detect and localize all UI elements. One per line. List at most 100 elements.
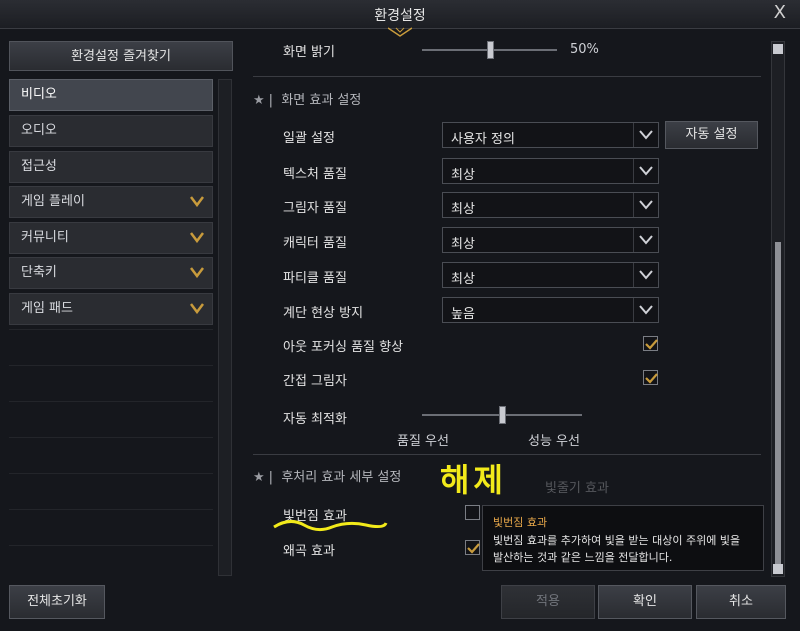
select-value: 사용자 정의 xyxy=(451,132,515,147)
divider xyxy=(253,454,761,455)
dropdown-arrow xyxy=(633,193,658,217)
annotation-text: 해제 xyxy=(440,461,507,499)
distortion-checkbox[interactable] xyxy=(465,540,480,555)
chevron-down-icon xyxy=(639,200,653,210)
chevron-down-icon xyxy=(639,270,653,280)
sidebar-empty-row xyxy=(9,509,213,541)
cancel-button[interactable]: 취소 xyxy=(696,585,786,619)
sidebar-empty-row xyxy=(9,365,213,397)
chevron-down-icon xyxy=(190,303,204,314)
chevron-down-icon xyxy=(190,196,204,207)
select-value: 최상 xyxy=(451,272,475,287)
dropdown-arrow xyxy=(633,298,658,322)
batch-setting-select[interactable]: 사용자 정의 xyxy=(442,122,659,148)
section-heading-text: 화면 효과 설정 xyxy=(281,93,362,108)
sidebar-item-label: 단축키 xyxy=(21,265,57,280)
tooltip-body-line: 발산하는 것과 같은 느낌을 전달합니다. xyxy=(493,551,673,564)
window-title: 환경설정 xyxy=(374,8,426,24)
shadow-quality-select[interactable]: 최상 xyxy=(442,192,659,218)
dropdown-arrow xyxy=(633,159,658,183)
shadow-quality-label: 그림자 품질 xyxy=(283,201,347,216)
scroll-down-icon[interactable] xyxy=(773,564,783,574)
brightness-label: 화면 밝기 xyxy=(283,45,335,60)
brightness-slider-thumb[interactable] xyxy=(486,41,494,59)
light-shaft-label: 빛줄기 효과 xyxy=(545,481,609,496)
dropdown-arrow xyxy=(633,263,658,287)
annotation-underline xyxy=(273,520,388,532)
checkmark-icon xyxy=(645,339,658,350)
sidebar-empty-row xyxy=(9,473,213,505)
character-quality-label: 캐릭터 품질 xyxy=(283,236,347,251)
select-value: 높음 xyxy=(451,307,475,322)
dropdown-arrow xyxy=(633,228,658,252)
star-icon: ★ xyxy=(253,470,265,485)
indirect-shadow-label: 간접 그림자 xyxy=(283,374,347,389)
texture-quality-label: 텍스처 품질 xyxy=(283,167,347,182)
auto-optimize-slider-thumb[interactable] xyxy=(499,406,506,424)
select-value: 최상 xyxy=(451,168,475,183)
sidebar-empty-row xyxy=(9,545,213,577)
chevron-down-icon xyxy=(639,166,653,176)
sidebar-item-accessibility[interactable]: 접근성 xyxy=(9,151,213,183)
auto-setting-button[interactable]: 자동 설정 xyxy=(665,121,758,149)
sidebar-item-label: 게임 패드 xyxy=(21,301,73,316)
checkmark-icon xyxy=(467,543,480,554)
checkmark-icon xyxy=(645,373,658,384)
character-quality-select[interactable]: 최상 xyxy=(442,227,659,253)
chevron-down-icon xyxy=(639,130,653,140)
chevron-down-icon xyxy=(639,235,653,245)
bloom-tooltip: 빛번짐 효과 빛번짐 효과를 추가하여 빛을 받는 대상이 주위에 빛을 발산하… xyxy=(482,505,764,571)
sidebar-scrollbar[interactable] xyxy=(218,79,232,576)
favorites-button[interactable]: 환경설정 즐겨찾기 xyxy=(9,41,233,71)
scroll-up-icon[interactable] xyxy=(773,44,783,54)
select-value: 최상 xyxy=(451,237,475,252)
sidebar-item-audio[interactable]: 오디오 xyxy=(9,115,213,147)
sidebar-item-hotkeys[interactable]: 단축키 xyxy=(9,257,213,289)
sidebar-item-label: 커뮤니티 xyxy=(21,230,69,245)
close-icon[interactable]: X xyxy=(774,2,786,23)
particle-quality-select[interactable]: 최상 xyxy=(442,262,659,288)
apply-button[interactable]: 적용 xyxy=(501,585,595,619)
tooltip-body-line: 빛번짐 효과를 추가하여 빛을 받는 대상이 주위에 빛을 xyxy=(493,534,741,547)
star-icon: ★ xyxy=(253,93,265,108)
brightness-value: 50% xyxy=(570,42,599,57)
sidebar-item-label: 비디오 xyxy=(21,87,57,102)
sidebar-empty-row xyxy=(9,437,213,469)
batch-setting-label: 일괄 설정 xyxy=(283,131,335,146)
texture-quality-select[interactable]: 최상 xyxy=(442,158,659,184)
sidebar-empty-row xyxy=(9,329,213,361)
antialias-select[interactable]: 높음 xyxy=(442,297,659,323)
quality-priority-label: 품질 우선 xyxy=(397,434,449,449)
section-heading-screen-effects: ★ | 화면 효과 설정 xyxy=(253,93,362,108)
sidebar-empty-row xyxy=(9,401,213,433)
out-focus-label: 아웃 포커싱 품질 향상 xyxy=(283,340,404,355)
dropdown-arrow xyxy=(633,123,658,147)
distortion-label: 왜곡 효과 xyxy=(283,544,335,559)
sidebar-item-label: 게임 플레이 xyxy=(21,194,85,209)
reset-all-button[interactable]: 전체초기화 xyxy=(9,585,105,619)
sidebar-menu: 비디오 오디오 접근성 게임 플레이 커뮤니티 단축키 게임 패드 xyxy=(9,79,213,576)
divider xyxy=(253,76,761,77)
scroll-thumb[interactable] xyxy=(775,242,781,572)
auto-optimize-label: 자동 최적화 xyxy=(283,412,347,427)
sidebar-item-gameplay[interactable]: 게임 플레이 xyxy=(9,186,213,218)
bloom-checkbox[interactable] xyxy=(465,505,480,520)
particle-quality-label: 파티클 품질 xyxy=(283,271,347,286)
title-bar: 환경설정 X xyxy=(0,0,800,29)
indirect-shadow-checkbox[interactable] xyxy=(643,370,658,385)
sidebar-item-label: 오디오 xyxy=(21,123,57,138)
sidebar-item-community[interactable]: 커뮤니티 xyxy=(9,222,213,254)
sidebar-item-gamepad[interactable]: 게임 패드 xyxy=(9,293,213,325)
chevron-down-icon xyxy=(639,305,653,315)
sidebar-item-label: 접근성 xyxy=(21,159,57,174)
performance-priority-label: 성능 우선 xyxy=(528,434,580,449)
tooltip-title: 빛번짐 효과 xyxy=(493,516,548,529)
chevron-down-icon xyxy=(190,232,204,243)
sidebar-item-video[interactable]: 비디오 xyxy=(9,79,213,111)
confirm-button[interactable]: 확인 xyxy=(598,585,692,619)
select-value: 최상 xyxy=(451,202,475,217)
section-heading-text: 후처리 효과 세부 설정 xyxy=(281,470,402,485)
out-focus-checkbox[interactable] xyxy=(643,336,658,351)
chevron-down-icon xyxy=(190,267,204,278)
settings-scrollbar[interactable] xyxy=(771,41,785,577)
